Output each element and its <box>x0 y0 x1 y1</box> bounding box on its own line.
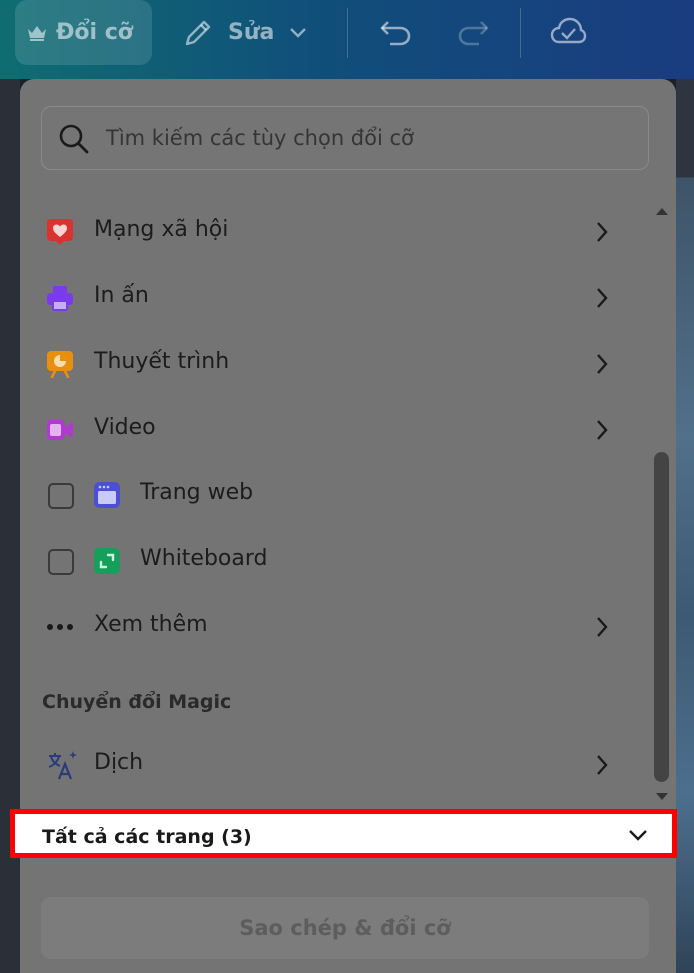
resize-button[interactable]: Đổi cỡ <box>15 0 152 65</box>
search-box[interactable] <box>41 106 649 170</box>
menu-item-label: Mạng xã hội <box>94 217 229 242</box>
chevron-right-icon <box>597 617 608 637</box>
menu-item-translate[interactable]: Dịch <box>20 735 650 795</box>
scroll-down-arrow[interactable] <box>655 792 669 802</box>
search-icon <box>59 124 89 154</box>
chevron-down-icon <box>290 27 307 38</box>
checkbox-item-label: Trang web <box>140 480 254 505</box>
presentation-icon <box>47 351 73 378</box>
chevron-right-icon <box>597 420 608 440</box>
pages-selector-label: Tất cả các trang (3) <box>42 826 252 848</box>
chevron-right-icon <box>597 755 608 775</box>
edit-button-label: Sửa <box>228 20 275 45</box>
top-toolbar: Đổi cỡ Sửa <box>0 0 694 79</box>
menu-item-label: Thuyết trình <box>94 349 230 374</box>
redo-icon[interactable] <box>455 14 491 50</box>
magic-switch-heading: Chuyển đổi Magic <box>42 691 232 713</box>
whiteboard-icon <box>94 548 120 574</box>
chevron-right-icon <box>597 354 608 374</box>
canvas-background <box>676 79 694 973</box>
website-checkbox[interactable] <box>48 483 74 509</box>
printer-icon <box>47 286 73 311</box>
toolbar-divider <box>347 8 348 58</box>
translate-icon <box>48 751 77 780</box>
menu-item-label: Xem thêm <box>94 612 208 637</box>
checkbox-item-whiteboard[interactable]: Whiteboard <box>20 531 650 591</box>
heart-icon <box>47 219 73 245</box>
pages-selector-dropdown[interactable]: Tất cả các trang (3) <box>10 809 677 858</box>
website-icon <box>94 482 120 508</box>
chevron-right-icon <box>597 288 608 308</box>
crown-icon <box>28 25 46 41</box>
menu-item-presentation[interactable]: Thuyết trình <box>20 334 650 394</box>
cloud-saved-icon[interactable] <box>549 14 587 50</box>
search-input[interactable] <box>106 121 626 155</box>
edit-menu-button[interactable]: Sửa <box>182 0 308 65</box>
toolbar-divider <box>520 8 521 58</box>
menu-item-video[interactable]: Video <box>20 400 650 460</box>
chevron-right-icon <box>597 222 608 242</box>
scroll-up-arrow[interactable] <box>655 206 669 216</box>
undo-icon[interactable] <box>378 14 414 50</box>
pencil-icon <box>185 20 211 45</box>
chevron-down-icon <box>629 830 647 841</box>
resize-button-label: Đổi cỡ <box>56 20 133 45</box>
menu-item-see-more[interactable]: Xem thêm <box>20 597 650 657</box>
checkbox-item-website[interactable]: Trang web <box>20 465 650 525</box>
scrollbar-thumb[interactable] <box>654 452 669 782</box>
video-icon <box>47 420 73 440</box>
menu-item-social-media[interactable]: Mạng xã hội <box>20 202 650 262</box>
checkbox-item-label: Whiteboard <box>140 546 268 571</box>
menu-item-label: Dịch <box>94 750 144 775</box>
more-dots-icon <box>47 624 73 630</box>
menu-item-print[interactable]: In ấn <box>20 268 650 328</box>
menu-item-label: Video <box>94 415 156 440</box>
copy-and-resize-button[interactable]: Sao chép & đổi cỡ <box>41 897 649 959</box>
menu-item-label: In ấn <box>94 283 149 308</box>
whiteboard-checkbox[interactable] <box>48 549 74 575</box>
